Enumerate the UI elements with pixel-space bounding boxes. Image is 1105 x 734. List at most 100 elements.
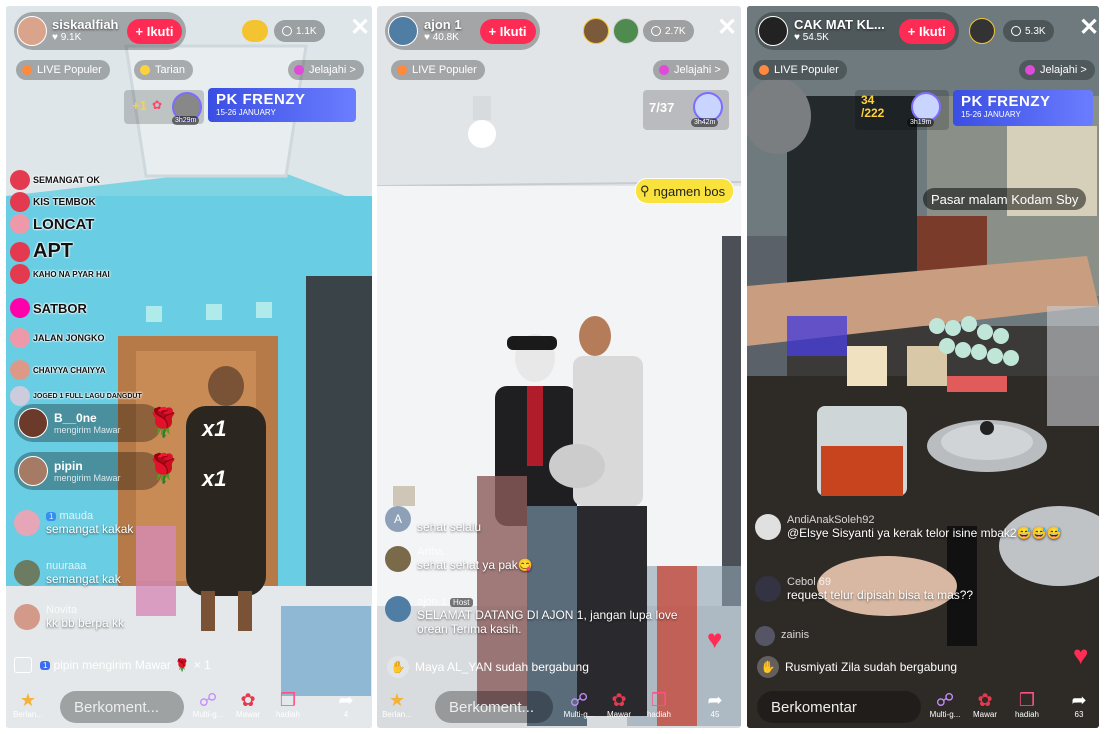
- gift-button[interactable]: ❒ hadiah: [268, 690, 308, 719]
- chip-jelajahi[interactable]: Jelajahi >: [1019, 60, 1095, 80]
- host-avatar[interactable]: [758, 16, 788, 46]
- gifter-avatar[interactable]: [18, 408, 48, 438]
- rose-gift-button[interactable]: ✿ Mawar: [599, 690, 639, 719]
- viewer-count[interactable]: 5.3K: [1003, 20, 1054, 42]
- follow-button[interactable]: + Ikuti: [479, 18, 536, 44]
- host-info[interactable]: CAK MAT KL... ♥ 54.5K + Ikuti: [755, 12, 959, 50]
- commenter-avatar[interactable]: A: [385, 506, 411, 532]
- top-gifter-icon[interactable]: [242, 20, 268, 42]
- viewer-count[interactable]: 1.1K: [274, 20, 325, 42]
- sticker-5[interactable]: KAHO NA PYAR HAI: [10, 264, 110, 284]
- sticker-7[interactable]: JALAN JONGKO: [10, 328, 105, 348]
- top-gifter-avatar[interactable]: [969, 18, 995, 44]
- follow-button[interactable]: + Ikuti: [126, 18, 183, 44]
- commenter-avatar[interactable]: [14, 560, 40, 586]
- gift-action: mengirim Mawar: [54, 425, 121, 435]
- host-avatar[interactable]: [388, 16, 418, 46]
- pk-score-box[interactable]: 34 /222 3h19m: [855, 90, 949, 130]
- chip-tarian[interactable]: Tarian: [134, 60, 193, 80]
- comment-2[interactable]: Cebol 69 request telur dipisah bisa ta m…: [755, 576, 973, 602]
- stream-tag[interactable]: Pasar malam Kodam Sby: [923, 188, 1087, 210]
- rose-icon: ✿: [240, 690, 256, 710]
- top-gifter-avatar-1[interactable]: [583, 18, 609, 44]
- chip-jelajahi[interactable]: Jelajahi >: [288, 60, 364, 80]
- comment-3[interactable]: zainis: [755, 626, 809, 646]
- pk-score: 34 /222: [861, 93, 885, 120]
- chip-live-populer[interactable]: LIVE Populer: [391, 60, 485, 80]
- sticker-9[interactable]: JOGED 1 FULL LAGU DANGDUT: [10, 386, 142, 406]
- comment-2[interactable]: nuuraaa semangat kak: [14, 560, 121, 586]
- bottom-action-1[interactable]: ★ Berlan...: [8, 690, 48, 719]
- commenter-avatar[interactable]: [14, 604, 40, 630]
- commenter-avatar[interactable]: [385, 546, 411, 572]
- comment-1[interactable]: A sehat selalu: [385, 506, 481, 534]
- rose-gift-button[interactable]: ✿ Mawar: [228, 690, 268, 719]
- comment-2[interactable]: Artha sehat sehat ya pak😋: [385, 546, 533, 572]
- share-button[interactable]: ➦ 4: [326, 690, 366, 719]
- gift-notification-2[interactable]: pipin mengirim Mawar: [14, 452, 162, 490]
- comment-3[interactable]: ajon 1 Host SELAMAT DATANG DI AJON 1, ja…: [385, 596, 705, 636]
- follow-button[interactable]: + Ikuti: [898, 18, 955, 44]
- comment-input[interactable]: Berkoment...: [60, 691, 184, 723]
- comment-1[interactable]: AndiAnakSoleh92 @Elsye Sisyanti ya kerak…: [755, 514, 1061, 540]
- multi-guest-button[interactable]: ☍ Multi-g...: [188, 690, 228, 719]
- host-avatar[interactable]: [17, 16, 47, 46]
- multi-guest-button[interactable]: ☍ Multi-g...: [559, 690, 599, 719]
- pk-frenzy-banner[interactable]: PK FRENZY 15-26 JANUARY: [953, 90, 1093, 126]
- sticker-3[interactable]: LONCAT: [10, 214, 94, 234]
- chip-label: Jelajahi >: [1040, 64, 1087, 76]
- sticker-8[interactable]: CHAIYYA CHAIYYA: [10, 360, 105, 380]
- person-icon: [651, 26, 661, 36]
- live-stream-panel-1[interactable]: siskaalfiah ♥ 9.1K + Ikuti 1.1K ✕ LIVE P…: [6, 6, 372, 728]
- sticker-6[interactable]: SATBOR: [10, 298, 87, 318]
- comment-1[interactable]: 1 mauda semangat kakak: [14, 510, 133, 536]
- share-button[interactable]: ➦ 45: [695, 690, 735, 719]
- bottom-action-1[interactable]: ★ Berlan...: [377, 690, 417, 719]
- sticker-1[interactable]: SEMANGAT OK: [10, 170, 100, 190]
- comment-3[interactable]: Novita kk bb berpa kk: [14, 604, 124, 630]
- commenter-name: Cebol 69: [787, 576, 832, 588]
- share-button[interactable]: ➦ 63: [1059, 690, 1099, 719]
- host-info[interactable]: ajon 1 ♥ 40.8K + Ikuti: [385, 12, 540, 50]
- comment-text: sehat sehat ya pak😋: [417, 558, 533, 572]
- explore-icon: [294, 65, 304, 75]
- comment-text: sehat selalu: [417, 520, 482, 534]
- comment-input[interactable]: Berkoment...: [435, 691, 553, 723]
- bottom-label: Multi-g...: [192, 710, 224, 719]
- close-icon[interactable]: ✕: [1079, 16, 1099, 40]
- sticker-2[interactable]: KIS TEMBOK: [10, 192, 96, 212]
- chip-live-populer[interactable]: LIVE Populer: [16, 60, 110, 80]
- gift-notification-1[interactable]: B__0ne mengirim Mawar: [14, 404, 162, 442]
- viewer-count[interactable]: 2.7K: [643, 20, 694, 42]
- gifter-avatar[interactable]: [18, 456, 48, 486]
- comment-placeholder: Berkomentar: [771, 698, 857, 716]
- fire-icon: [22, 65, 32, 75]
- commenter-avatar[interactable]: [755, 626, 775, 646]
- stream-tag[interactable]: ⚲ ngamen bos: [635, 178, 735, 204]
- host-info[interactable]: siskaalfiah ♥ 9.1K + Ikuti: [14, 12, 187, 50]
- top-gifter-avatar-2[interactable]: [613, 18, 639, 44]
- pk-timer: 3h29m: [172, 116, 200, 125]
- commenter-avatar[interactable]: [14, 510, 40, 536]
- commenter-avatar[interactable]: [755, 576, 781, 602]
- user-level-badge: 1: [40, 660, 51, 670]
- commenter-avatar[interactable]: [385, 596, 411, 622]
- chip-live-populer[interactable]: LIVE Populer: [753, 60, 847, 80]
- rose-gift-button[interactable]: ✿ Mawar: [965, 690, 1005, 719]
- close-icon[interactable]: ✕: [717, 16, 737, 40]
- pk-score-box[interactable]: 7/37 3h42m: [643, 90, 729, 130]
- multi-guest-button[interactable]: ☍ Multi-g...: [925, 690, 965, 719]
- sticker-4[interactable]: APT: [10, 240, 73, 263]
- commenter-avatar[interactable]: [755, 514, 781, 540]
- sticker-label: LONCAT: [33, 215, 95, 233]
- comment-input[interactable]: Berkomentar: [757, 691, 921, 723]
- bottom-label: Multi-g...: [563, 710, 595, 719]
- gift-button[interactable]: ❒ hadiah: [639, 690, 679, 719]
- pk-frenzy-banner[interactable]: PK FRENZY 15-26 JANUARY: [208, 88, 356, 122]
- chip-jelajahi[interactable]: Jelajahi >: [653, 60, 729, 80]
- pk-score-box[interactable]: +1 ✿ 3h29m: [124, 90, 204, 125]
- live-stream-panel-3[interactable]: CAK MAT KL... ♥ 54.5K + Ikuti 5.3K ✕ LIV…: [747, 6, 1099, 728]
- live-stream-panel-2[interactable]: ajon 1 ♥ 40.8K + Ikuti 2.7K ✕ LIVE Popul…: [377, 6, 741, 728]
- gift-button[interactable]: ❒ hadiah: [1007, 690, 1047, 719]
- close-icon[interactable]: ✕: [350, 16, 370, 40]
